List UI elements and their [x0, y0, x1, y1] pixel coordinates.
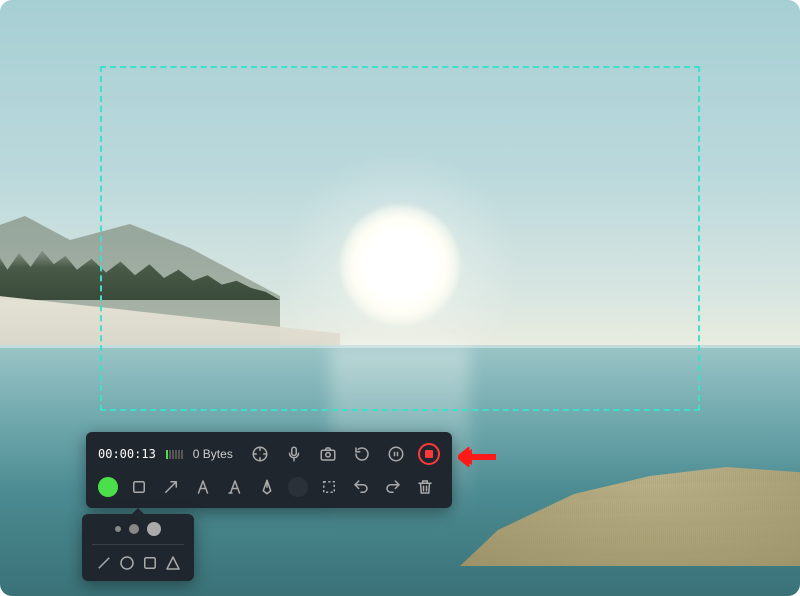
triangle-shape[interactable] [163, 553, 183, 573]
stroke-size-medium[interactable] [129, 524, 139, 534]
redo-button[interactable] [382, 476, 404, 498]
rectangle-tool[interactable] [128, 476, 150, 498]
audio-level-meter [166, 448, 183, 460]
toolbar-row-annotate [98, 476, 440, 498]
circle-shape[interactable] [117, 553, 137, 573]
square-shape[interactable] [140, 553, 160, 573]
color-picker-green[interactable] [98, 477, 118, 497]
stroke-size-small[interactable] [115, 526, 121, 532]
file-size-label: 0 Bytes [193, 447, 233, 461]
stroke-size-row [92, 522, 184, 545]
stroke-size-large[interactable] [147, 522, 161, 536]
shape-row [92, 553, 184, 573]
stop-callout-arrow [458, 447, 496, 467]
recording-timer: 00:00:13 [98, 447, 156, 461]
screenshot-button[interactable] [316, 442, 340, 466]
reset-button[interactable] [350, 442, 374, 466]
text-tool[interactable] [192, 476, 214, 498]
stop-button[interactable] [418, 443, 440, 465]
pause-button[interactable] [384, 442, 408, 466]
undo-button[interactable] [350, 476, 372, 498]
line-shape[interactable] [94, 553, 114, 573]
cursor-highlight-button[interactable] [248, 442, 272, 466]
recorder-toolbar: 00:00:13 0 Bytes [86, 432, 452, 508]
color-picker-dark[interactable] [288, 477, 308, 497]
pen-tool[interactable] [256, 476, 278, 498]
sun [340, 205, 460, 325]
toolbar-row-controls: 00:00:13 0 Bytes [98, 442, 440, 466]
crop-tool[interactable] [318, 476, 340, 498]
delete-button[interactable] [414, 476, 436, 498]
highlighter-tool[interactable] [224, 476, 246, 498]
shape-options-panel [82, 514, 194, 581]
microphone-button[interactable] [282, 442, 306, 466]
arrow-tool[interactable] [160, 476, 182, 498]
